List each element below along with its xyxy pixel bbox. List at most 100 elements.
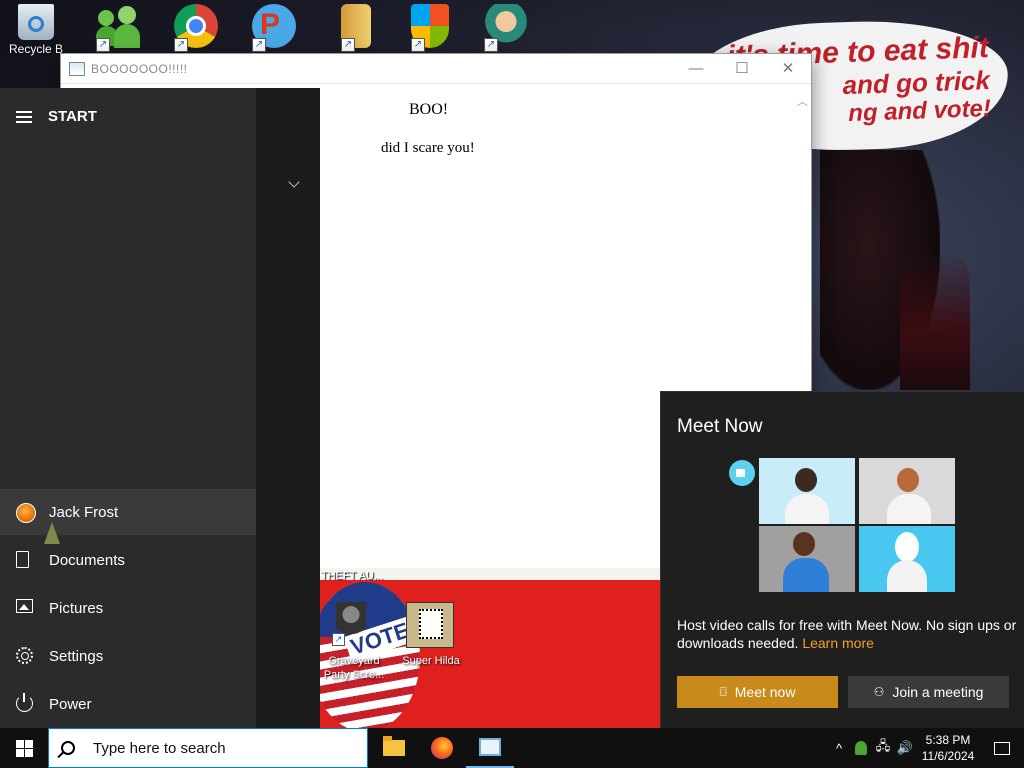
video-tile-3: [759, 526, 855, 592]
meet-now-illustration: [729, 452, 961, 592]
graveyard-label-line2: Party Scre...: [323, 669, 385, 681]
video-tile-2: [859, 458, 955, 524]
messenger-tray-icon[interactable]: [850, 728, 872, 768]
people-group-icon: ⚇: [873, 685, 885, 699]
minimize-button[interactable]: —: [673, 54, 719, 84]
start-button[interactable]: [0, 728, 48, 768]
super-hilda-icon: [419, 609, 443, 639]
power-icon: [16, 693, 33, 712]
folder-icon: [383, 736, 405, 756]
meet-now-title: Meet Now: [677, 416, 763, 437]
recycle-bin-label: Recycle B: [8, 42, 64, 56]
pictures-icon-container: [16, 599, 34, 617]
power-label: Power: [49, 695, 92, 713]
avatar: [16, 503, 36, 523]
meet-now-button[interactable]: ⌼ Meet now: [677, 676, 838, 708]
popup-titlebar[interactable]: BOOOOOOO!!!!! — ☐ ✕: [61, 54, 811, 84]
documents-label: Documents: [49, 551, 125, 569]
gear-icon: [16, 647, 33, 664]
popup-title: BOOOOOOO!!!!!: [91, 61, 188, 76]
taskbar-popup-app[interactable]: [466, 728, 514, 768]
window-app-icon: [69, 61, 85, 76]
desktop-red-area: THEFT AU... VOTE ↗ Graveyard Party Scre.…: [320, 568, 660, 728]
close-button[interactable]: ✕: [765, 54, 811, 84]
taskbar-firefox[interactable]: [418, 728, 466, 768]
door-icon: ↗: [341, 4, 371, 52]
start-menu-pictures[interactable]: Pictures: [0, 585, 256, 631]
hamburger-menu-icon[interactable]: [16, 110, 32, 123]
desktop-icon-chrome[interactable]: ↗: [166, 4, 226, 56]
character-icon: ↗: [484, 4, 528, 52]
documents-icon-container: [16, 551, 34, 569]
graveyard-label: Graveyard Party Scre...: [322, 654, 386, 682]
start-menu-settings[interactable]: Settings: [0, 633, 256, 679]
start-menu[interactable]: START Jack Frost Documents Pictures Sett…: [0, 88, 320, 728]
shortcut-arrow-icon: ↗: [411, 38, 425, 52]
meet-now-flyout: Meet Now Host video calls for free with …: [660, 391, 1024, 728]
meet-now-description: Host video calls for free with Meet Now.…: [677, 616, 1017, 652]
meet-now-button-label: Meet now: [734, 684, 796, 700]
clock-time: 5:38 PM: [925, 733, 971, 747]
search-placeholder: Type here to search: [93, 739, 226, 757]
notification-icon: [994, 741, 1010, 755]
shortcut-arrow-icon: ↗: [174, 38, 188, 52]
scroll-up-icon[interactable]: ︿: [797, 93, 808, 109]
firefox-icon: [431, 737, 453, 759]
learn-more-link[interactable]: Learn more: [802, 635, 874, 651]
shortcut-arrow-icon: ↗: [332, 633, 345, 646]
action-center-button[interactable]: [980, 728, 1024, 768]
start-menu-tiles-area: [256, 88, 320, 728]
document-icon: [16, 551, 29, 568]
video-camera-icon: ⌼: [719, 684, 727, 699]
start-menu-title: START: [48, 108, 97, 125]
popup-body-text: did I scare you!: [381, 140, 475, 156]
desktop-icon-windows-app[interactable]: ↗: [400, 4, 460, 56]
desktop-icon-graveyard[interactable]: ↗: [332, 602, 372, 646]
pictures-label: Pictures: [49, 599, 104, 617]
join-meeting-button-label: Join a meeting: [892, 684, 984, 700]
power-icon-container: [16, 693, 34, 713]
search-icon: [61, 741, 75, 755]
clock-date: 11/6/2024: [921, 749, 975, 763]
start-menu-header[interactable]: START: [16, 108, 97, 125]
volume-icon[interactable]: 🔊: [894, 728, 916, 768]
taskbar-search-box[interactable]: Type here to search: [48, 728, 368, 768]
powerpoint-icon: P ↗: [252, 4, 296, 52]
pictures-icon: [16, 599, 33, 613]
start-menu-power[interactable]: Power: [0, 681, 256, 727]
recycle-bin-icon: [18, 4, 54, 40]
start-menu-user[interactable]: Jack Frost: [0, 489, 256, 535]
video-camera-icon: [729, 460, 755, 486]
chrome-icon: ↗: [174, 4, 218, 52]
join-meeting-button[interactable]: ⚇ Join a meeting: [848, 676, 1009, 708]
system-tray: ^ 🖧 🔊 5:38 PM 11/6/2024: [828, 728, 1024, 768]
taskbar-clock[interactable]: 5:38 PM 11/6/2024: [916, 732, 980, 764]
video-tile-4: [859, 526, 955, 592]
graveyard-label-line1: Graveyard: [328, 655, 380, 667]
settings-icon-container: [16, 647, 34, 665]
shortcut-arrow-icon: ↗: [341, 38, 355, 52]
super-hilda-label: Super Hilda: [402, 655, 460, 667]
taskbar: Type here to search ^ 🖧 🔊 5:38 PM 11/6/2…: [0, 728, 1024, 768]
app-window-icon: [479, 738, 501, 756]
messenger-people-icon: ↗: [96, 4, 140, 52]
start-menu-documents[interactable]: Documents: [0, 537, 256, 583]
shortcut-arrow-icon: ↗: [252, 38, 266, 52]
desktop-icon-character-app[interactable]: ↗: [476, 4, 536, 56]
tray-chevron-up-icon[interactable]: ^: [828, 728, 850, 768]
desktop-icon-door-app[interactable]: ↗: [326, 4, 386, 56]
desktop-icon-super-hilda[interactable]: [406, 602, 454, 648]
start-menu-sidebar: START Jack Frost Documents Pictures Sett…: [0, 88, 256, 728]
wallpaper-house: [900, 250, 970, 390]
network-icon[interactable]: 🖧: [872, 728, 894, 768]
desktop-icon-messenger[interactable]: ↗: [88, 4, 148, 56]
windows-shield-icon: ↗: [411, 4, 449, 52]
mouse-cursor-icon: [44, 522, 60, 544]
desktop-icon-recycle-bin[interactable]: Recycle B: [6, 4, 66, 56]
maximize-button[interactable]: ☐: [719, 54, 765, 84]
taskbar-file-explorer[interactable]: [370, 728, 418, 768]
windows-logo-icon: [16, 740, 33, 757]
shortcut-arrow-icon: ↗: [484, 38, 498, 52]
theft-auto-label: THEFT AU...: [321, 570, 384, 582]
desktop-icon-powerpoint[interactable]: P ↗: [244, 4, 304, 56]
